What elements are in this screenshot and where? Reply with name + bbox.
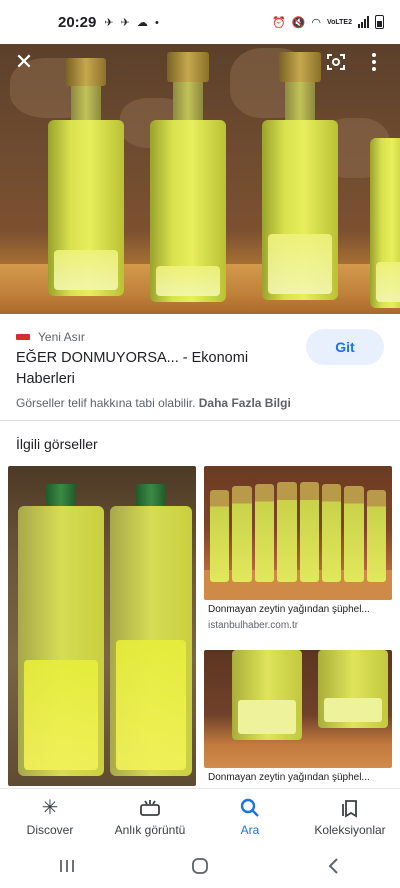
related-image-1[interactable] xyxy=(8,466,196,786)
close-icon[interactable]: ✕ xyxy=(6,44,42,80)
related-image-3[interactable] xyxy=(204,650,392,768)
nav-collections-label: Koleksiyonlar xyxy=(314,822,386,837)
visit-button[interactable]: Git xyxy=(306,329,384,365)
more-vert-icon[interactable] xyxy=(356,44,392,80)
alarm-icon: ⏰ xyxy=(271,16,286,29)
olive-oil-bottle xyxy=(48,58,124,298)
status-time: 20:29 xyxy=(58,13,97,31)
related-image-2[interactable] xyxy=(204,466,392,600)
nav-snapshot-label: Anlık görüntü xyxy=(114,822,186,837)
signal-icon xyxy=(358,16,369,28)
related-image-2-caption[interactable]: Donmayan zeytin yağından şüphel... xyxy=(208,604,394,615)
plastic-bottle xyxy=(18,484,104,776)
olive-oil-bottle xyxy=(318,650,388,728)
olive-oil-bottle xyxy=(232,650,302,740)
recent-apps-icon[interactable] xyxy=(37,851,97,881)
olive-oil-bottle xyxy=(262,52,338,302)
system-navigation xyxy=(0,844,400,888)
copyright-text: Görseller telif hakkına tabi olabilir. xyxy=(16,396,196,410)
nav-search[interactable]: Ara xyxy=(205,797,295,837)
more-info-link[interactable]: Daha Fazla Bilgi xyxy=(199,396,291,410)
mute-icon: 🔇 xyxy=(291,16,306,29)
source-name: Yeni Asır xyxy=(38,330,85,344)
related-image-2-domain: istanbulhaber.com.tr xyxy=(208,620,299,631)
back-icon[interactable] xyxy=(303,851,363,881)
battery-icon xyxy=(375,15,384,29)
plastic-bottle xyxy=(110,484,192,776)
status-right: ⏰ 🔇 ◠ VoLTE2 xyxy=(272,15,384,29)
nav-snapshot[interactable]: Anlık görüntü xyxy=(105,797,195,837)
snapshot-icon xyxy=(139,797,161,819)
lens-icon[interactable] xyxy=(318,44,354,80)
related-images-heading: İlgili görseller xyxy=(16,436,98,452)
olive-oil-bottle xyxy=(370,138,400,308)
source-favicon-icon xyxy=(16,334,30,340)
home-icon[interactable] xyxy=(170,851,230,881)
status-left: 20:29 ✈ ✈ ☁ • xyxy=(58,14,161,31)
nav-discover-label: Discover xyxy=(26,822,74,837)
nav-collections[interactable]: Koleksiyonlar xyxy=(305,797,395,837)
status-bar: 20:29 ✈ ✈ ☁ • ⏰ 🔇 ◠ VoLTE2 xyxy=(0,0,400,44)
related-image-3-caption[interactable]: Donmayan zeytin yağından şüphel... xyxy=(208,772,394,783)
lte-label: VoLTE2 xyxy=(326,18,352,26)
notification-icons: ✈ ✈ ☁ • xyxy=(104,16,161,29)
olive-oil-bottle xyxy=(150,52,226,304)
nav-discover[interactable]: ✳ Discover xyxy=(5,797,95,837)
search-icon xyxy=(240,797,260,819)
source-info[interactable]: Yeni Asır xyxy=(16,330,85,344)
divider xyxy=(0,420,400,421)
bottle-row xyxy=(210,478,386,582)
copyright-notice: Görseller telif hakkına tabi olabilir. D… xyxy=(16,396,291,410)
nav-search-label: Ara xyxy=(240,822,260,837)
collections-icon xyxy=(341,797,359,819)
asterisk-icon: ✳ xyxy=(41,797,59,819)
wifi-icon: ◠ xyxy=(311,16,321,29)
image-viewer-screen: 20:29 ✈ ✈ ☁ • ⏰ 🔇 ◠ VoLTE2 ✕ Yeni Asır E… xyxy=(0,0,400,888)
bottom-navigation: ✳ Discover Anlık görüntü Ara Koleksiyonl… xyxy=(0,788,400,844)
result-title[interactable]: EĞER DONMUYORSA... - Ekonomi Haberleri xyxy=(16,348,286,390)
